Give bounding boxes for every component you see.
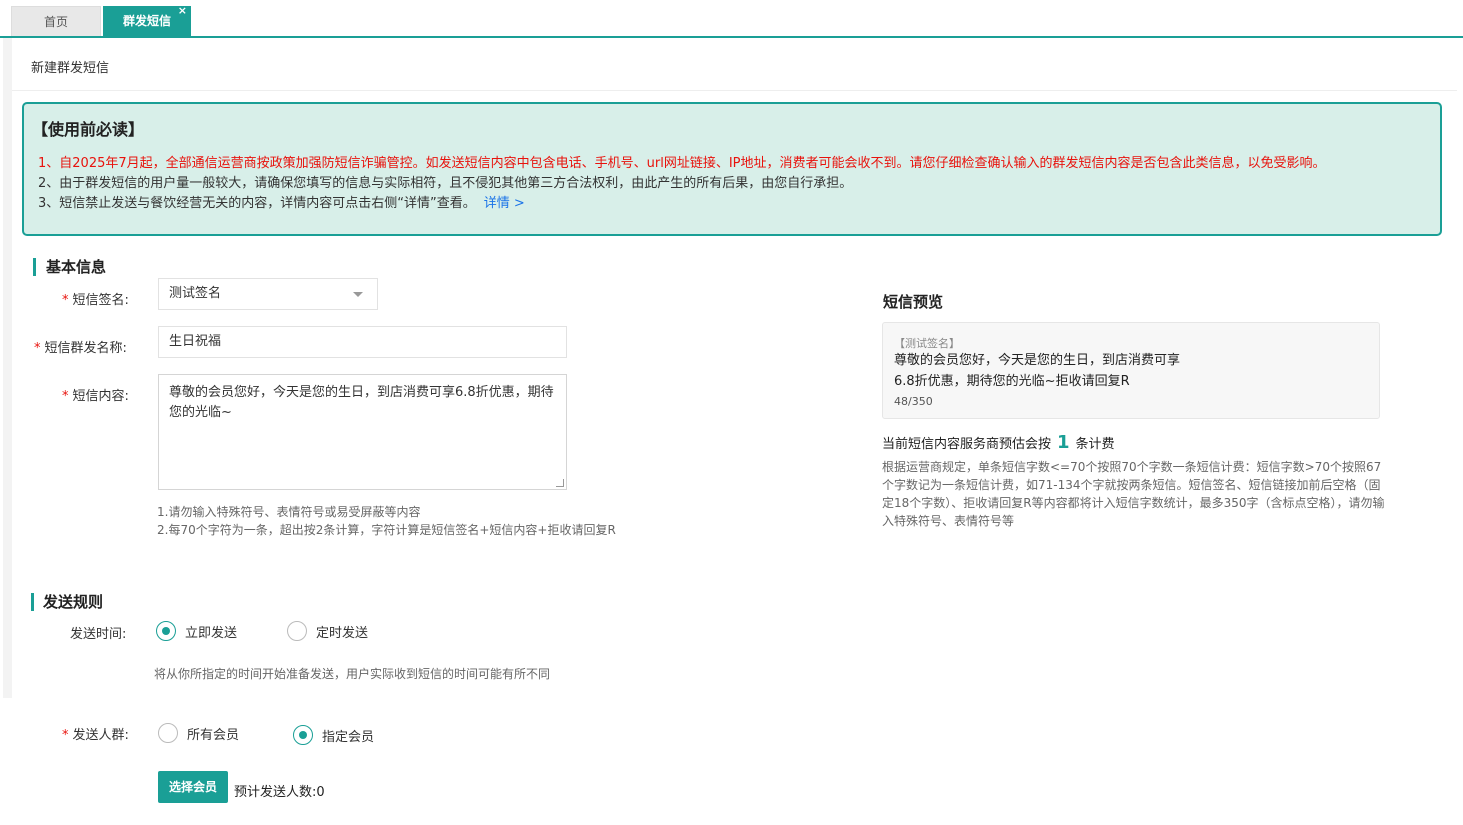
tab-home[interactable]: 首页 xyxy=(11,6,101,36)
select-members-button[interactable]: 选择会员 xyxy=(158,771,228,803)
preview-title: 短信预览 xyxy=(883,293,944,311)
divider xyxy=(12,90,1457,91)
fee-description: 根据运营商规定，单条短信字数<=70个按照70个字数一条短信计费：短信字数>70… xyxy=(882,460,1385,528)
notice-title: 【使用前必读】 xyxy=(32,120,145,139)
radio-checked-icon xyxy=(156,621,176,641)
content-hint-1: 1.请勿输入特殊符号、表情符号或易受屏蔽等内容 xyxy=(157,505,421,519)
fee-estimate: 当前短信内容服务商预估会按 1 条计费 xyxy=(882,432,1115,453)
required-mark: * xyxy=(62,389,69,404)
left-border xyxy=(3,38,12,698)
required-mark: * xyxy=(34,341,41,356)
radio-send-now[interactable]: 立即发送 xyxy=(156,621,237,641)
sms-content-textarea[interactable]: 尊敬的会员您好，今天是您的生日，到店消费可享6.8折优惠，期待您的光临~ xyxy=(158,374,567,490)
notice-line-1: 1、自2025年7月起，全部通信运营商按政策加强防短信诈骗管控。如发送短信内容中… xyxy=(38,156,1326,171)
radio-unchecked-icon xyxy=(287,621,307,641)
estimated-recipients: 预计发送人数:0 xyxy=(234,781,325,800)
required-mark: * xyxy=(62,728,69,743)
send-time-label: 发送时间: xyxy=(70,627,127,642)
content-label-text: 短信内容: xyxy=(72,389,129,404)
estimated-recipients-label: 预计发送人数: xyxy=(234,785,317,800)
fee-prefix: 当前短信内容服务商预估会按 xyxy=(882,437,1052,452)
section-basic-info: 基本信息 xyxy=(33,258,106,276)
audience-label: * 发送人群: xyxy=(62,724,129,743)
radio-specified-members[interactable]: 指定会员 xyxy=(293,725,374,745)
notice-line-2: 2、由于群发短信的用户量一般较大，请确保您填写的信息与实际相符，且不侵犯其他第三… xyxy=(38,176,853,191)
radio-send-scheduled-label: 定时发送 xyxy=(316,625,369,641)
sms-preview-box: 【测试签名】 尊敬的会员您好，今天是您的生日，到店消费可享6.8折优惠，期待您的… xyxy=(882,322,1380,419)
preview-char-count: 48/350 xyxy=(894,395,933,408)
page-title: 新建群发短信 xyxy=(31,61,110,76)
audience-label-text: 发送人群: xyxy=(72,728,129,743)
resize-handle-icon[interactable] xyxy=(556,479,564,487)
content-hint-2: 2.每70个字符为一条，超出按2条计算，字符计算是短信签名+短信内容+拒收请回复… xyxy=(157,523,616,537)
fee-count: 1 xyxy=(1057,432,1070,453)
section-send-rules: 发送规则 xyxy=(31,593,103,611)
radio-unchecked-icon xyxy=(158,723,178,743)
preview-text: 尊敬的会员您好，今天是您的生日，到店消费可享6.8折优惠，期待您的光临~拒收请回… xyxy=(894,353,1181,389)
signature-label-text: 短信签名: xyxy=(72,293,129,308)
details-link[interactable]: 详情 > xyxy=(484,196,525,211)
radio-send-now-label: 立即发送 xyxy=(185,625,238,641)
radio-send-scheduled[interactable]: 定时发送 xyxy=(287,621,368,641)
estimated-recipients-value: 0 xyxy=(316,785,325,800)
notice-line-3: 3、短信禁止发送与餐饮经营无关的内容，详情内容可点击右侧“详情”查看。 详情 > xyxy=(38,192,525,211)
send-time-hint: 将从你所指定的时间开始准备发送，用户实际收到短信的时间可能有所不同 xyxy=(154,667,551,681)
tab-bulk-sms-label: 群发短信 xyxy=(122,14,171,28)
sms-content-text: 尊敬的会员您好，今天是您的生日，到店消费可享6.8折优惠，期待您的光临~ xyxy=(169,385,554,420)
close-icon[interactable]: × xyxy=(178,0,187,26)
notice-box: 【使用前必读】 1、自2025年7月起，全部通信运营商按政策加强防短信诈骗管控。… xyxy=(22,102,1442,236)
notice-line-3-text: 3、短信禁止发送与餐饮经营无关的内容，详情内容可点击右侧“详情”查看。 xyxy=(38,196,476,211)
content-label: * 短信内容: xyxy=(62,385,129,404)
signature-select[interactable]: 测试签名 xyxy=(158,278,378,310)
signature-label: * 短信签名: xyxy=(62,289,129,308)
tab-bar: 首页 群发短信 × xyxy=(0,0,1463,38)
name-label: * 短信群发名称: xyxy=(34,337,127,356)
radio-specified-members-label: 指定会员 xyxy=(322,729,375,745)
preview-signature: 【测试签名】 xyxy=(894,337,960,350)
sms-name-input[interactable]: 生日祝福 xyxy=(158,326,567,358)
radio-checked-icon xyxy=(293,725,313,745)
signature-select-value: 测试签名 xyxy=(169,286,222,301)
name-label-text: 短信群发名称: xyxy=(44,341,127,356)
fee-suffix: 条计费 xyxy=(1075,437,1115,452)
tab-bulk-sms[interactable]: 群发短信 × xyxy=(103,4,191,36)
radio-all-members-label: 所有会员 xyxy=(187,727,240,743)
chevron-down-icon xyxy=(353,292,363,297)
required-mark: * xyxy=(62,293,69,308)
radio-all-members[interactable]: 所有会员 xyxy=(158,723,239,743)
